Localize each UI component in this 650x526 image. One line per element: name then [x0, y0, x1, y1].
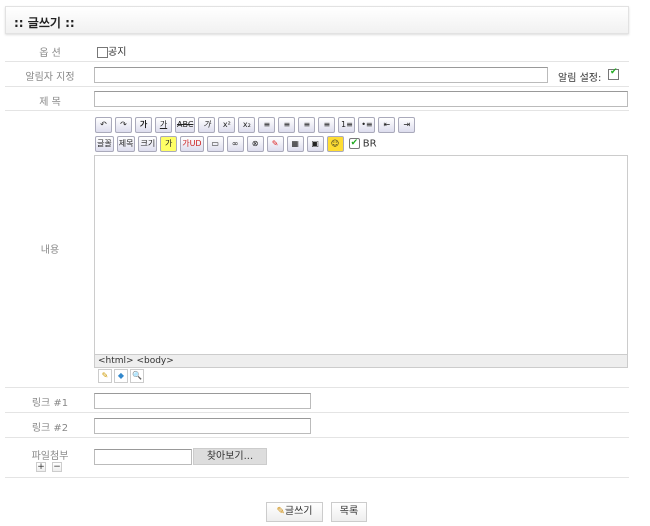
- list-button[interactable]: 목록: [331, 502, 367, 522]
- checkbox-icon[interactable]: [97, 46, 108, 58]
- submit-button[interactable]: ✎글쓰기: [266, 502, 323, 522]
- superscript-button[interactable]: x²: [218, 117, 236, 133]
- browse-button[interactable]: 찾아보기...: [193, 448, 267, 465]
- br-checkbox[interactable]: BR: [348, 136, 377, 150]
- br-label: BR: [362, 138, 377, 150]
- redo-button[interactable]: ↷: [115, 117, 132, 133]
- link1-input[interactable]: [94, 393, 311, 409]
- file-path-input[interactable]: [94, 449, 192, 465]
- notify-setting-checkbox[interactable]: [608, 67, 619, 80]
- undo-button[interactable]: ↶: [95, 117, 112, 133]
- outdent-button[interactable]: ⇤: [378, 117, 396, 133]
- unlink-icon[interactable]: ⊗: [246, 136, 264, 152]
- link1-row: 링크 #1: [5, 388, 629, 413]
- html-mode-icon[interactable]: ◆: [114, 369, 128, 383]
- align-left-button[interactable]: ≡: [258, 117, 276, 133]
- notify-recipients-input[interactable]: [94, 67, 548, 83]
- notice-checkbox[interactable]: 공지: [97, 43, 126, 58]
- remove-file-button[interactable]: −: [52, 462, 62, 472]
- notify-row: 알림자 지정 알림 설정:: [5, 62, 629, 87]
- editor-toolbar-row1: ↶ ↷ 가 가 ABC 가 x² x₂ ≡ ≡ ≡ ≡ 1≡ •≡ ⇤ ⇥: [95, 117, 416, 133]
- subject-input[interactable]: [94, 91, 628, 107]
- notice-label: 공지: [108, 47, 127, 58]
- highlight-button[interactable]: 가: [160, 136, 178, 152]
- table-icon[interactable]: ▦: [286, 136, 304, 152]
- link2-label: 링크 #2: [31, 423, 69, 434]
- align-right-button[interactable]: ≡: [298, 117, 316, 133]
- br-check-icon[interactable]: [348, 136, 360, 150]
- subject-row: 제 목: [5, 87, 629, 111]
- link2-input[interactable]: [94, 418, 311, 434]
- bold-button[interactable]: 가: [135, 117, 152, 133]
- options-label: 옵 션: [39, 48, 61, 59]
- justify-button[interactable]: ≡: [318, 117, 336, 133]
- underline-button[interactable]: 가: [155, 117, 172, 133]
- font-color-button[interactable]: 가UD: [180, 136, 204, 152]
- size-button[interactable]: 크기: [138, 136, 158, 152]
- heading-button[interactable]: 제목: [116, 136, 136, 152]
- emoticon-icon[interactable]: ☺: [326, 136, 344, 152]
- content-editor[interactable]: [94, 155, 628, 355]
- strikethrough-button[interactable]: ABC: [175, 117, 196, 133]
- notify-label: 알림자 지정: [25, 72, 75, 83]
- content-label: 내용: [40, 245, 60, 256]
- file-label: 파일첨부: [31, 451, 69, 462]
- edit-mode-icon[interactable]: ✎: [98, 369, 112, 383]
- indent-button[interactable]: ⇥: [398, 117, 416, 133]
- image-icon[interactable]: ▣: [306, 136, 324, 152]
- editor-mode-buttons: ✎ ◆ 🔍: [98, 369, 144, 383]
- file-row: 파일첨부 + − 찾아보기...: [5, 438, 629, 478]
- preview-mode-icon[interactable]: 🔍: [130, 369, 144, 383]
- pencil-icon: ✎: [276, 506, 285, 517]
- add-file-button[interactable]: +: [36, 462, 46, 472]
- notify-setting-label: 알림 설정:: [558, 73, 602, 84]
- link-icon[interactable]: ∞: [226, 136, 244, 152]
- link1-label: 링크 #1: [31, 398, 69, 409]
- options-row: 옵 션 공지: [5, 37, 629, 62]
- submit-label: 글쓰기: [284, 506, 313, 517]
- align-center-button[interactable]: ≡: [278, 117, 296, 133]
- link2-row: 링크 #2: [5, 413, 629, 438]
- unordered-list-button[interactable]: •≡: [358, 117, 376, 133]
- font-button[interactable]: 글꼴: [95, 136, 114, 152]
- subject-label: 제 목: [39, 97, 61, 108]
- ordered-list-button[interactable]: 1≡: [338, 117, 356, 133]
- editor-status-path: <html> <body>: [94, 355, 628, 368]
- italic-button[interactable]: 가: [198, 117, 216, 133]
- page-title: :: 글쓰기 ::: [5, 6, 629, 34]
- box-button[interactable]: ▭: [206, 136, 224, 152]
- subscript-button[interactable]: x₂: [238, 117, 256, 133]
- editor-toolbar-row2: 글꼴 제목 크기 가 가UD ▭ ∞ ⊗ ✎ ▦ ▣ ☺ BR: [95, 136, 377, 152]
- flash-icon[interactable]: ✎: [266, 136, 284, 152]
